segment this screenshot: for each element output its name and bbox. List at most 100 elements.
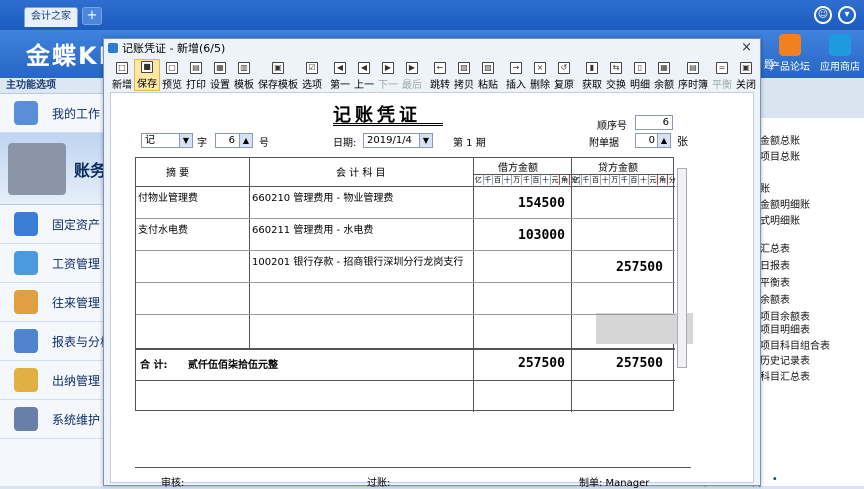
date-label: 日期: (333, 138, 357, 149)
report-item[interactable]: 日报表 (760, 257, 790, 272)
paste-icon: ▨ (482, 62, 494, 74)
row-account[interactable]: 100201 银行存款 - 招商银行深圳分行龙岗支行 (252, 253, 463, 268)
date-picker[interactable]: 2019/1/4 ▼ (363, 133, 433, 148)
paste-button[interactable]: ▨ 粘贴 (476, 59, 500, 91)
voucher-type-select[interactable]: 记 ▼ (141, 133, 193, 148)
prev-button[interactable]: ◀ 上一 (352, 59, 376, 91)
sidebar-item-payroll[interactable]: 工资管理 (0, 244, 107, 283)
save-template-button[interactable]: ▣ 保存模板 (256, 59, 300, 91)
fetch-icon: ▮ (586, 62, 598, 74)
first-label: 第一 (330, 80, 350, 91)
store-icon (829, 34, 851, 56)
row-credit[interactable]: 257500 (616, 260, 663, 275)
row-summary[interactable]: 付物业管理费 (138, 189, 198, 204)
journal-button[interactable]: ▤ 序时簿 (676, 59, 710, 91)
detail-button[interactable]: ▯ 明细 (628, 59, 652, 91)
grid-line (473, 174, 674, 175)
spinner-icon[interactable]: ▲ (657, 134, 670, 147)
voucher-paper: 记账凭证 记 ▼ 字 6 ▲ 号 日期: 2019/1/4 ▼ 第 1 期 顺序号 6… (110, 92, 754, 489)
save-button[interactable]: ■ 保存 (134, 59, 160, 91)
report-item[interactable]: 式明细账 (760, 212, 800, 227)
restore-button[interactable]: ↺ 复原 (552, 59, 576, 91)
digit-unit: 百 (532, 175, 542, 185)
attach-field[interactable]: 0 ▲ (635, 133, 671, 148)
smiley-icon[interactable]: ☺ (814, 6, 832, 24)
template-button[interactable]: ▥ 模板 (232, 59, 256, 91)
new-button[interactable]: □ 新增 (110, 59, 134, 91)
swap-button[interactable]: ⇆ 交换 (604, 59, 628, 91)
report-item[interactable]: 项目明细表 (760, 321, 810, 336)
close-button[interactable]: ▣ 关闭 (734, 59, 758, 91)
next-button[interactable]: ▶ 下一 (376, 59, 400, 91)
preview-button[interactable]: ▢ 预览 (160, 59, 184, 91)
last-button[interactable]: ▶ 最后 (400, 59, 424, 91)
row-summary[interactable]: 支付水电费 (138, 221, 188, 236)
sidebar-item-fixed-assets[interactable]: 固定资产 (0, 205, 107, 244)
report-item[interactable]: 余额表 (760, 291, 790, 306)
report-item[interactable]: 汇总表 (760, 240, 790, 255)
digit-unit: 千 (620, 175, 630, 185)
report-item[interactable]: 科目汇总表 (760, 368, 810, 383)
forum-link[interactable]: 产品论坛 (770, 34, 810, 73)
balance-check-button[interactable]: = 平衡 (710, 59, 734, 91)
first-button[interactable]: ◀ 第一 (328, 59, 352, 91)
chevron-down-icon[interactable]: ▼ (179, 134, 192, 147)
report-item[interactable]: 历史记录表 (760, 352, 810, 367)
store-link[interactable]: 应用商店 (820, 34, 860, 73)
delete-label: 删除 (530, 80, 550, 91)
report-item-top[interactable]: 题 (764, 56, 774, 71)
settings-button[interactable]: ▦ 设置 (208, 59, 232, 91)
total-credit: 257500 (616, 356, 663, 371)
digit-unit: 千 (582, 175, 592, 185)
spinner-icon[interactable]: ▲ (239, 134, 252, 147)
save-icon: ■ (141, 61, 153, 73)
sidebar-item-my-work[interactable]: 我的工作 (0, 94, 107, 133)
settings-icon: ▦ (214, 62, 226, 74)
fetch-button[interactable]: ▮ 获取 (580, 59, 604, 91)
restore-icon: ↺ (558, 62, 570, 74)
grid-line (136, 218, 675, 219)
voucher-number-field[interactable]: 6 ▲ (215, 133, 253, 148)
close-icon[interactable]: × (741, 40, 752, 55)
fetch-label: 获取 (582, 80, 602, 91)
balance-button[interactable]: ▦ 余额 (652, 59, 676, 91)
sidebar-item-maintenance[interactable]: 系统维护 (0, 400, 107, 439)
arrow-down-icon[interactable]: ▾ (838, 6, 856, 24)
total-debit: 257500 (518, 356, 565, 371)
delete-button[interactable]: × 删除 (528, 59, 552, 91)
row-debit[interactable]: 103000 (518, 228, 565, 243)
sidebar-item-cashier[interactable]: 出纳管理 (0, 361, 107, 400)
add-tab-button[interactable]: + (82, 7, 102, 25)
row-debit[interactable]: 154500 (518, 196, 565, 211)
sidebar-item-accounting[interactable]: 账务处理 (0, 133, 107, 205)
report-item[interactable]: 金额明细账 (760, 196, 810, 211)
copy-button[interactable]: ▧ 拷贝 (452, 59, 476, 91)
copy-label: 拷贝 (454, 80, 474, 91)
report-item[interactable]: 平衡表 (760, 274, 790, 289)
ime-item[interactable]: • (772, 474, 778, 486)
cashier-icon (14, 368, 38, 392)
insert-button[interactable]: → 插入 (504, 59, 528, 91)
chevron-down-icon[interactable]: ▼ (419, 134, 432, 147)
sidebar-item-receivables[interactable]: 往来管理 (0, 283, 107, 322)
tab-kuaiji-home[interactable]: 会计之家 (24, 7, 78, 27)
row-account[interactable]: 660211 管理费用 - 水电费 (252, 221, 373, 236)
digit-unit: 十 (503, 175, 513, 185)
report-item[interactable]: 项目总账 (760, 148, 800, 163)
options-button[interactable]: ☑ 选项 (300, 59, 324, 91)
jump-button[interactable]: ← 跳转 (428, 59, 452, 91)
forum-icon (779, 34, 801, 56)
print-button[interactable]: ▤ 打印 (184, 59, 208, 91)
row-account[interactable]: 660210 管理费用 - 物业管理费 (252, 189, 393, 204)
report-item[interactable]: 项目科目组合表 (760, 337, 830, 352)
journal-label: 序时簿 (678, 80, 708, 91)
voucher-dialog: 记账凭证 - 新增(6/5) × □ 新增 ■ 保存 ▢ 预览 ▤ 打印 ▦ 设置 ▥ 模板 ▣ 保存模板… (103, 38, 761, 489)
preview-icon: ▢ (166, 62, 178, 74)
digit-unit: 千 (522, 175, 532, 185)
vertical-scrollbar[interactable] (677, 168, 687, 368)
report-item[interactable]: 金额总账 (760, 132, 800, 147)
sidebar-item-reports[interactable]: 报表与分析 (0, 322, 107, 361)
digit-unit: 百 (493, 175, 503, 185)
seq-field[interactable]: 6 (635, 115, 673, 130)
report-item[interactable]: 账 (760, 180, 770, 195)
